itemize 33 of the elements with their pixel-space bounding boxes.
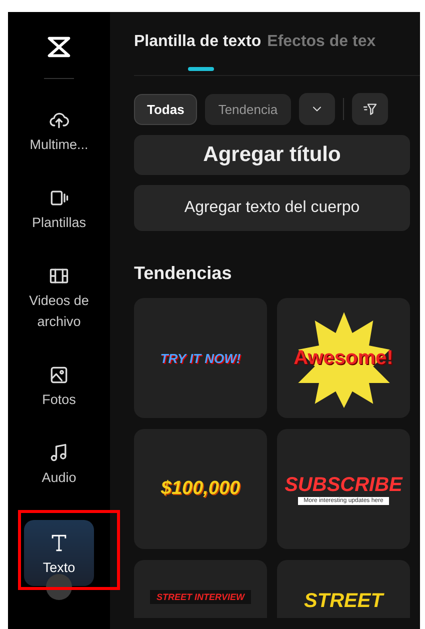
sidebar-item[interactable]: Texto bbox=[24, 520, 94, 586]
tab-indicator bbox=[188, 67, 214, 71]
filter-button[interactable] bbox=[352, 93, 388, 125]
template-card[interactable]: $100,000 bbox=[134, 429, 267, 549]
tab[interactable]: Plantilla de texto bbox=[134, 33, 262, 51]
filter-chip[interactable]: Todas bbox=[134, 94, 198, 124]
sidebar-label: Videos de archivo bbox=[28, 292, 90, 331]
sidebar-item[interactable]: Plantillas bbox=[24, 181, 94, 239]
sidebar-label: Texto bbox=[42, 559, 76, 577]
sidebar-item[interactable]: Multime... bbox=[24, 103, 94, 161]
filter-chip[interactable]: Tendencia bbox=[205, 94, 291, 124]
template-text: $100,000 bbox=[160, 478, 240, 500]
template-text: STREET bbox=[304, 590, 383, 612]
sidebar-label: Multime... bbox=[30, 136, 88, 154]
sidebar-label: Audio bbox=[42, 469, 76, 487]
logo-icon bbox=[46, 34, 72, 60]
filter-icon bbox=[362, 101, 378, 117]
tab[interactable]: Efectos de tex bbox=[267, 33, 376, 51]
add-title-button[interactable]: Agregar título bbox=[134, 135, 410, 175]
template-card[interactable]: STREET INTERVIEW bbox=[134, 560, 267, 618]
template-card[interactable]: TRY IT NOW! bbox=[134, 298, 267, 418]
image-icon bbox=[48, 364, 70, 386]
sidebar-label: Plantillas bbox=[32, 214, 86, 232]
add-body-text-button[interactable]: Agregar texto del cuerpo bbox=[134, 185, 410, 231]
template-text: SUBSCRIBE bbox=[284, 474, 402, 496]
sidebar-item[interactable]: Audio bbox=[24, 436, 94, 494]
template-text: STREET INTERVIEW bbox=[150, 590, 250, 604]
section-heading: Tendencias bbox=[134, 263, 233, 284]
template-text: TRY IT NOW! bbox=[160, 350, 241, 366]
template-card[interactable]: STREET bbox=[277, 560, 410, 618]
sidebar-item[interactable]: Videos de archivo bbox=[27, 259, 91, 338]
sidebar-label: Fotos bbox=[42, 391, 76, 409]
sidebar-item[interactable]: Fotos bbox=[24, 358, 94, 416]
